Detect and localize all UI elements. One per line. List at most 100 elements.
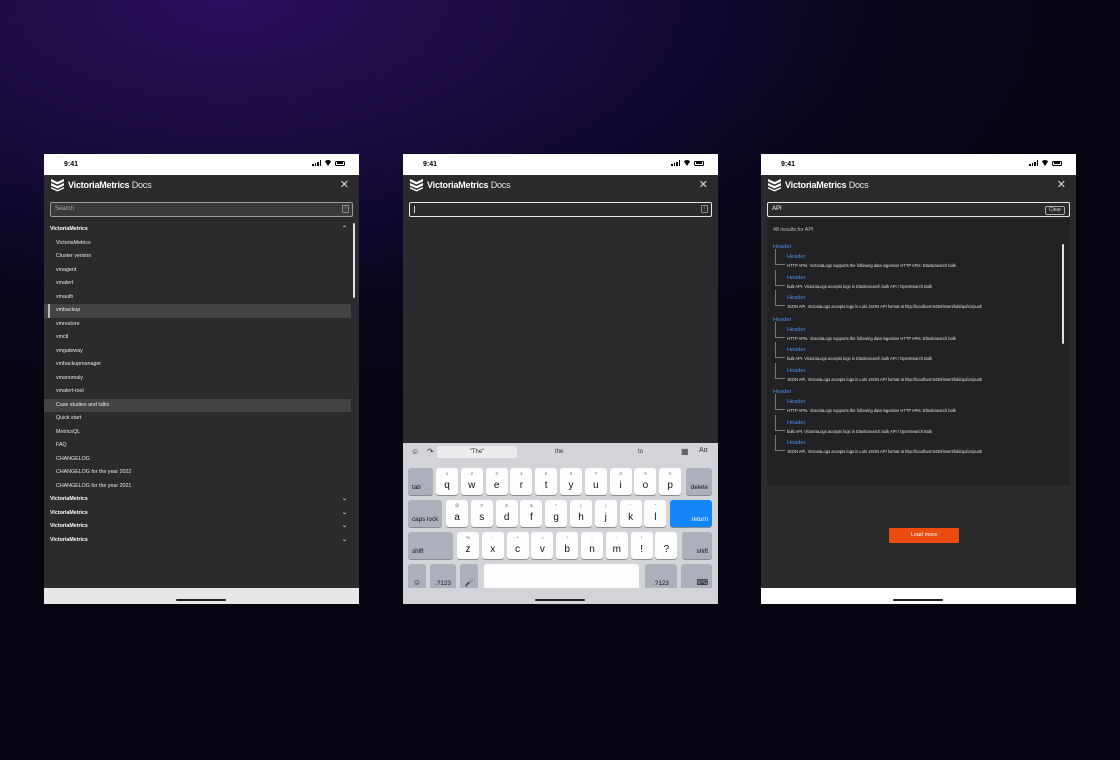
shift-key-right[interactable]: shift [682, 532, 712, 559]
redo-icon[interactable]: ↷ [427, 447, 434, 456]
key-z[interactable]: % z [457, 532, 479, 559]
result-title[interactable]: Header [787, 420, 805, 426]
tab-key[interactable]: tab [408, 468, 433, 495]
result-item[interactable]: Header HTTP APIs. VictoriaLogs supports t… [773, 321, 1061, 347]
nav-item[interactable]: vmanomaly [44, 372, 351, 386]
result-item[interactable]: Header HTTP APIs. VictoriaLogs supports t… [773, 394, 1061, 419]
key-r[interactable]: 4r [510, 468, 533, 495]
search-input[interactable]: / [409, 202, 712, 217]
result-title[interactable]: Header [787, 254, 805, 260]
key-i[interactable]: 8i [609, 468, 632, 495]
space-bar[interactable] [484, 564, 639, 591]
result-title[interactable]: Header [787, 275, 805, 281]
chevron-down-icon[interactable]: ⌄ [342, 534, 347, 548]
logo[interactable]: VictoriaMetrics Docs [767, 178, 869, 192]
chevron-up-icon[interactable]: ⌃ [342, 223, 347, 237]
result-item[interactable]: Header JSON API. VictoriaLogs accepts log… [773, 435, 1061, 460]
nav-item[interactable]: vmgateway [44, 345, 351, 359]
result-item[interactable]: Header HTTP APIs. VictoriaLogs supports t… [773, 249, 1061, 274]
table-icon[interactable]: ▦ [681, 447, 689, 456]
nav-item[interactable]: CHANGELOG for the year 2021 [44, 480, 351, 494]
format-text-icon[interactable]: Aα [699, 447, 708, 454]
logo[interactable]: VictoriaMetrics Docs [409, 178, 511, 192]
nav-item[interactable]: vmalert-tool [44, 385, 351, 399]
key-v[interactable]: = v [531, 532, 554, 559]
close-icon[interactable]: ✕ [1057, 180, 1066, 191]
caps-lock-key[interactable]: caps lock [408, 500, 442, 527]
search-input[interactable]: Search / [50, 202, 353, 217]
nav-item[interactable]: vmrestore [44, 318, 351, 332]
microphone-key[interactable]: 🎤 [460, 564, 478, 591]
nav-section[interactable]: VictoriaMetrics ⌄ [44, 507, 351, 521]
chevron-down-icon[interactable]: ⌄ [342, 520, 347, 534]
nav-item[interactable]: vmctl [44, 331, 351, 345]
key-c[interactable]: + c [506, 532, 529, 559]
key-b[interactable]: / b [556, 532, 579, 559]
nav-item[interactable]: Cluster version [44, 250, 351, 264]
nav-item[interactable]: Quick start [44, 412, 351, 426]
result-title[interactable]: Header [787, 399, 805, 405]
load-more-button[interactable]: Load more [889, 528, 959, 543]
suggestion-1[interactable]: "The" [437, 446, 517, 458]
search-input[interactable]: API Clear [767, 202, 1070, 217]
key-a[interactable]: @ a [446, 500, 468, 527]
nav-item[interactable]: MetricsQL [44, 426, 351, 440]
numbers-key-left[interactable]: .?123 [430, 564, 456, 591]
key-x[interactable]: -x [481, 532, 504, 559]
nav-item[interactable]: vmauth [44, 291, 351, 305]
key-w[interactable]: 2w [460, 468, 483, 495]
nav-item[interactable]: CHANGELOG for the year 2022 [44, 466, 351, 480]
nav-item[interactable]: vmbackupmanager [44, 358, 351, 372]
return-key[interactable]: return [670, 500, 712, 527]
nav-item[interactable]: Case studies and talks [44, 398, 351, 412]
nav-section[interactable]: VictoriaMetrics ⌄ [44, 520, 351, 534]
clear-button[interactable]: Clear [1045, 205, 1065, 215]
result-item[interactable]: Header bulk API. VictoriaLogs accepts log… [773, 342, 1061, 367]
nav-item[interactable]: vmagent [44, 264, 351, 278]
logo[interactable]: VictoriaMetrics Docs [50, 178, 152, 192]
nav-section[interactable]: VictoriaMetrics ⌄ [44, 493, 351, 507]
key-s[interactable]: # s [470, 500, 493, 527]
result-item[interactable]: Header JSON API. VictoriaLogs accepts log… [773, 290, 1061, 315]
result-title[interactable]: Header [787, 347, 805, 353]
delete-key[interactable]: delete [686, 468, 712, 495]
nav-section[interactable]: VictoriaMetrics ⌄ [44, 534, 351, 548]
suggestion-3[interactable]: to [638, 449, 643, 455]
nav-item[interactable]: CHANGELOG [44, 453, 351, 467]
key-k[interactable]: ' k [619, 500, 642, 527]
key-j[interactable]: ) j [594, 500, 617, 527]
key-u[interactable]: 7u [584, 468, 607, 495]
result-item[interactable]: Header bulk API. VictoriaLogs accepts log… [773, 414, 1061, 440]
key-m[interactable]: :m [605, 532, 628, 559]
result-title[interactable]: Header [787, 295, 805, 301]
key-y[interactable]: 6y [560, 468, 582, 495]
key-g[interactable]: * g [545, 500, 568, 527]
scrollbar[interactable] [353, 223, 355, 298]
key-e[interactable]: 3e [485, 468, 508, 495]
nav-item[interactable]: vmalert [44, 277, 351, 291]
close-icon[interactable]: ✕ [699, 180, 708, 191]
key-exclaim[interactable]: !! [630, 532, 653, 559]
nav-section[interactable]: VictoriaMetrics ⌃ [44, 223, 351, 237]
nav-item[interactable]: VictoriaMetrics [44, 237, 351, 251]
numbers-key-right[interactable]: .?123 [645, 564, 677, 591]
key-l[interactable]: " l [644, 500, 667, 527]
shift-key-left[interactable]: shift [408, 532, 453, 559]
emoji-key[interactable]: ☺ [408, 564, 426, 591]
key-question[interactable]: .? [655, 532, 678, 559]
key-q[interactable]: 1q [436, 468, 458, 495]
result-title[interactable]: Header [787, 440, 805, 446]
key-o[interactable]: 9o [634, 468, 657, 495]
result-item[interactable]: Header JSON API. VictoriaLogs accepts log… [773, 362, 1061, 388]
key-t[interactable]: 5t [535, 468, 558, 495]
key-d[interactable]: $ d [495, 500, 518, 527]
result-title[interactable]: Header [787, 327, 805, 333]
results-scrollbar[interactable] [1062, 244, 1064, 344]
emoji-search-icon[interactable]: ☺ [411, 447, 419, 456]
hide-keyboard-key[interactable]: ⌨ [681, 564, 712, 591]
close-icon[interactable]: ✕ [340, 180, 349, 191]
chevron-down-icon[interactable]: ⌄ [342, 493, 347, 507]
nav-item[interactable]: vmbackup [44, 304, 351, 318]
result-title[interactable]: Header [787, 368, 805, 374]
suggestion-2[interactable]: the [555, 449, 563, 455]
